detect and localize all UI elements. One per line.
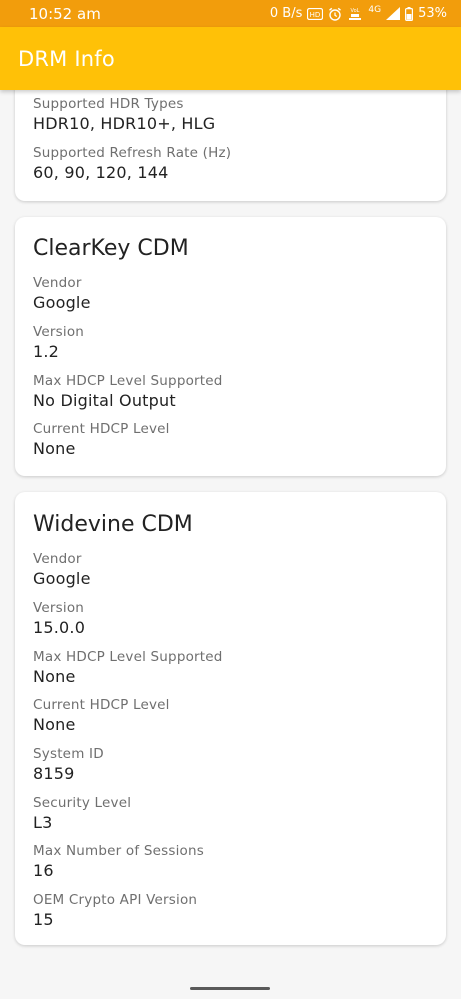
field-label: Supported Refresh Rate (Hz) xyxy=(33,145,232,161)
net-speed: 0 B/s xyxy=(269,6,303,21)
field-label: Version xyxy=(33,324,85,340)
navigation-bar xyxy=(0,980,461,999)
field-version: Version 15.0.0 xyxy=(33,599,85,638)
field-label: Max HDCP Level Supported xyxy=(33,373,223,389)
field-current-hdcp: Current HDCP Level None xyxy=(33,696,170,735)
status-bar: 10:52 am 0 B/s HD VoL 4G 53% xyxy=(0,0,461,27)
field-max-sessions: Max Number of Sessions 16 xyxy=(33,842,204,881)
field-label: Current HDCP Level xyxy=(33,421,170,437)
field-value: HDR10, HDR10+, HLG xyxy=(33,114,216,133)
field-label: Current HDCP Level xyxy=(33,697,170,713)
field-label: Vendor xyxy=(33,551,82,567)
field-value: 16 xyxy=(33,861,54,880)
app-bar: DRM Info xyxy=(0,27,461,90)
field-value: 8159 xyxy=(33,764,75,783)
field-label: Max HDCP Level Supported xyxy=(33,649,223,665)
content-scroll[interactable]: Supported HDR Types HDR10, HDR10+, HLG S… xyxy=(0,90,461,980)
field-system-id: System ID 8159 xyxy=(33,745,104,784)
field-value: Google xyxy=(33,569,91,588)
data-icon: VoL xyxy=(347,7,363,21)
alarm-icon xyxy=(328,7,342,21)
field-value: 1.2 xyxy=(33,342,60,361)
field-value: No Digital Output xyxy=(33,391,176,410)
field-label: Max Number of Sessions xyxy=(33,843,204,859)
field-vendor: Vendor Google xyxy=(33,550,91,589)
battery-percent: 53% xyxy=(418,6,447,21)
svg-text:HD: HD xyxy=(310,11,321,19)
field-value: 60, 90, 120, 144 xyxy=(33,163,169,182)
card-title: Widevine CDM xyxy=(33,512,193,537)
app-title: DRM Info xyxy=(18,46,115,71)
status-time: 10:52 am xyxy=(29,4,101,23)
field-max-hdcp: Max HDCP Level Supported No Digital Outp… xyxy=(33,372,223,411)
signal-icon xyxy=(386,7,401,21)
field-label: System ID xyxy=(33,746,104,762)
field-version: Version 1.2 xyxy=(33,323,84,362)
field-max-hdcp: Max HDCP Level Supported None xyxy=(33,648,223,687)
battery-icon xyxy=(405,6,414,21)
field-current-hdcp: Current HDCP Level None xyxy=(33,420,170,459)
field-security-level: Security Level L3 xyxy=(33,794,131,833)
home-gesture-handle[interactable] xyxy=(190,987,270,990)
field-label: OEM Crypto API Version xyxy=(33,892,198,908)
field-label: Vendor xyxy=(33,275,82,291)
clearkey-cdm-card: ClearKey CDM Vendor Google Version 1.2 M… xyxy=(15,217,446,476)
widevine-cdm-card: Widevine CDM Vendor Google Version 15.0.… xyxy=(15,492,446,945)
field-oem-crypto-api: OEM Crypto API Version 15 xyxy=(33,891,197,930)
field-value: 15 xyxy=(33,910,54,929)
field-refresh-rate: Supported Refresh Rate (Hz) 60, 90, 120,… xyxy=(33,144,231,183)
card-title: ClearKey CDM xyxy=(33,236,189,261)
status-icons: 0 B/s HD VoL 4G 53% xyxy=(269,4,447,22)
svg-text:VoL: VoL xyxy=(351,8,360,14)
field-vendor: Vendor Google xyxy=(33,274,91,313)
field-value: None xyxy=(33,439,76,458)
field-label: Security Level xyxy=(33,795,132,811)
field-label: Supported HDR Types xyxy=(33,96,184,112)
network-type: 4G xyxy=(368,4,382,15)
field-label: Version xyxy=(33,600,85,616)
field-value: 15.0.0 xyxy=(33,618,86,637)
display-info-card: Supported HDR Types HDR10, HDR10+, HLG S… xyxy=(15,90,446,201)
field-value: L3 xyxy=(33,813,53,832)
hd-voice-icon: HD xyxy=(307,7,324,21)
field-value: None xyxy=(33,667,76,686)
field-hdr-types: Supported HDR Types HDR10, HDR10+, HLG xyxy=(33,95,215,134)
field-value: None xyxy=(33,715,76,734)
field-value: Google xyxy=(33,293,91,312)
